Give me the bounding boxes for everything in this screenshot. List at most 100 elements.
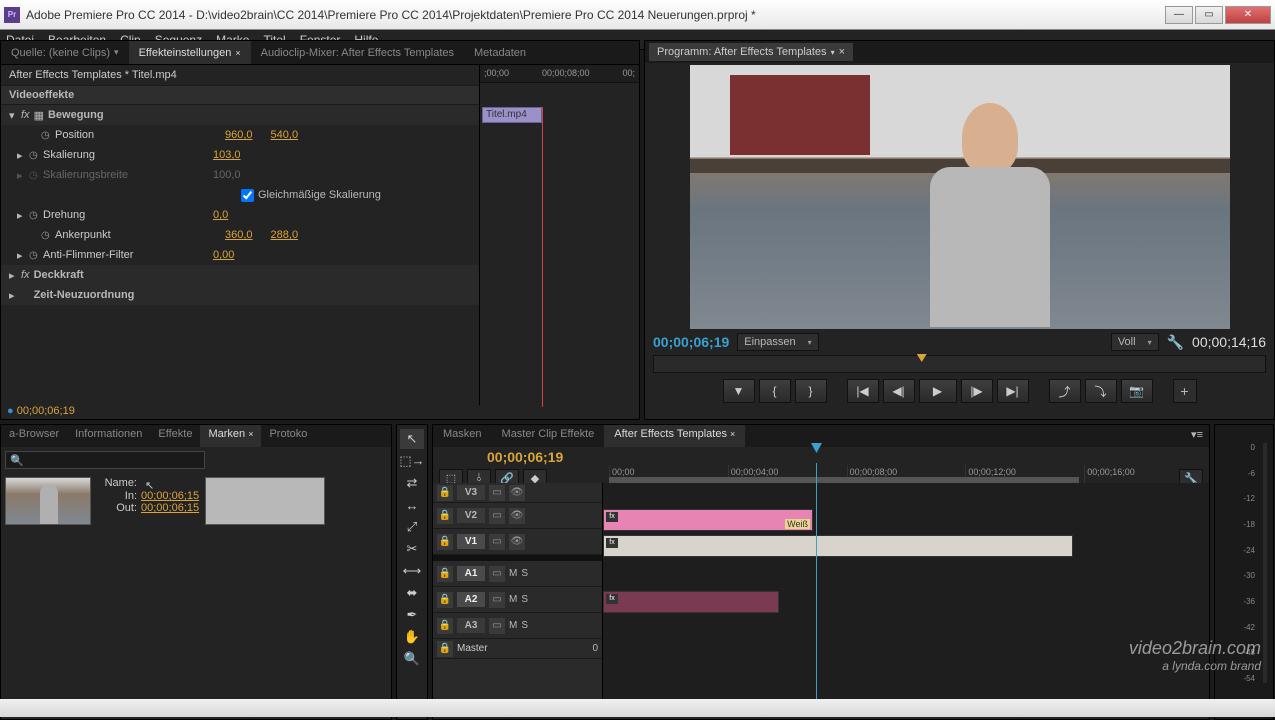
close-icon[interactable]: × — [839, 46, 845, 58]
tab-media-browser[interactable]: a-Browser — [1, 425, 67, 447]
lock-icon[interactable]: 🔒 — [437, 641, 453, 657]
close-icon[interactable]: × — [235, 48, 240, 58]
play-button[interactable]: ▶ — [919, 379, 957, 403]
tab-history[interactable]: Protoko — [261, 425, 315, 447]
go-to-out-button[interactable]: ▶| — [997, 379, 1029, 403]
lock-icon[interactable]: 🔒 — [437, 485, 453, 501]
twisty-icon[interactable]: ▸ — [17, 149, 29, 162]
resolution-dropdown[interactable]: Voll▾ — [1111, 333, 1159, 351]
panel-menu-icon[interactable]: ▾≡ — [1185, 425, 1209, 447]
track-select-tool[interactable]: ⬚→ — [400, 451, 424, 471]
eye-icon[interactable]: 👁 — [509, 485, 525, 501]
export-frame-button[interactable]: 📷 — [1121, 379, 1153, 403]
eye-icon[interactable]: 👁 — [509, 508, 525, 524]
track-master[interactable]: Master — [457, 643, 488, 654]
tab-info[interactable]: Informationen — [67, 425, 150, 447]
selection-tool[interactable]: ↖ — [400, 429, 424, 449]
lock-icon[interactable]: 🔒 — [437, 508, 453, 524]
mini-clip[interactable]: Titel.mp4 — [482, 107, 542, 123]
tab-source[interactable]: Quelle: (keine Clips) ▾ — [1, 41, 129, 64]
position-y-value[interactable]: 540,0 — [271, 129, 299, 141]
effect-footer-tc[interactable]: 00;00;06;19 — [17, 405, 75, 417]
search-input[interactable]: 🔍 — [5, 451, 205, 469]
timeline-tab-sequence[interactable]: After Effects Templates × — [604, 425, 745, 447]
transform-icon[interactable]: ▦ — [34, 109, 44, 122]
add-marker-button[interactable]: ▼ — [723, 379, 755, 403]
eye-icon[interactable]: 👁 — [509, 534, 525, 550]
mute-button[interactable]: M — [509, 620, 517, 631]
slip-tool[interactable]: ⟷ — [400, 561, 424, 581]
step-back-button[interactable]: ◀| — [883, 379, 915, 403]
step-forward-button[interactable]: |▶ — [961, 379, 993, 403]
toggle-track-output[interactable]: ▭ — [489, 485, 505, 501]
twisty-icon[interactable]: ▸ — [9, 269, 21, 282]
solo-button[interactable]: S — [521, 594, 528, 605]
ripple-edit-tool[interactable]: ⇄ — [400, 473, 424, 493]
button-editor-plus[interactable]: + — [1173, 379, 1197, 403]
mark-in-button[interactable]: { — [759, 379, 791, 403]
stopwatch-icon[interactable]: ◷ — [29, 150, 43, 161]
lock-icon[interactable]: 🔒 — [437, 566, 453, 582]
rotation-value[interactable]: 0,0 — [213, 209, 228, 221]
stopwatch-icon[interactable]: ◷ — [29, 210, 43, 221]
marker-color-swatch[interactable] — [205, 477, 325, 525]
toggle-track-output[interactable]: ▭ — [489, 566, 505, 582]
sync-icon[interactable]: ● — [7, 405, 14, 417]
track-a3[interactable]: A3 — [457, 618, 485, 633]
lock-icon[interactable]: 🔒 — [437, 534, 453, 550]
go-to-in-button[interactable]: |◀ — [847, 379, 879, 403]
program-scrub-bar[interactable] — [653, 355, 1266, 373]
stopwatch-icon[interactable]: ◷ — [41, 130, 55, 141]
razor-tool[interactable]: ✂ — [400, 539, 424, 559]
tab-effect-controls[interactable]: Effekteinstellungen × — [129, 41, 251, 64]
lock-icon[interactable]: 🔒 — [437, 618, 453, 634]
toggle-track-output[interactable]: ▭ — [489, 508, 505, 524]
uniform-scale-checkbox[interactable] — [241, 189, 254, 202]
stopwatch-icon[interactable]: ◷ — [29, 250, 43, 261]
hand-tool[interactable]: ✋ — [400, 627, 424, 647]
timeline-track-area[interactable]: fxWeiß fx fx — [603, 483, 1209, 701]
settings-icon[interactable]: 🔧 — [1167, 334, 1184, 351]
chevron-down-icon[interactable]: ▾ — [831, 48, 835, 57]
zoom-tool[interactable]: 🔍 — [400, 649, 424, 669]
anchor-y-value[interactable]: 288,0 — [271, 229, 299, 241]
program-video-preview[interactable] — [690, 65, 1230, 329]
timeline-tab-masks[interactable]: Masken — [433, 425, 492, 447]
tab-audio-mixer[interactable]: Audioclip-Mixer: After Effects Templates — [251, 41, 464, 64]
toggle-track-output[interactable]: ▭ — [489, 592, 505, 608]
scale-value[interactable]: 103,0 — [213, 149, 241, 161]
slide-tool[interactable]: ⬌ — [400, 583, 424, 603]
tab-effects[interactable]: Effekte — [150, 425, 200, 447]
track-v1[interactable]: V1 — [457, 534, 485, 549]
minimize-button[interactable]: — — [1165, 6, 1193, 24]
solo-button[interactable]: S — [521, 568, 528, 579]
mark-out-button[interactable]: } — [795, 379, 827, 403]
tab-metadata[interactable]: Metadaten — [464, 41, 536, 64]
mute-button[interactable]: M — [509, 594, 517, 605]
anchor-x-value[interactable]: 360,0 — [225, 229, 253, 241]
track-v3[interactable]: V3 — [457, 485, 485, 500]
track-a2[interactable]: A2 — [457, 592, 485, 607]
twisty-icon[interactable]: ▾ — [9, 109, 21, 122]
mini-ruler[interactable]: ;00;00 00;00;08;00 00; — [480, 65, 639, 83]
close-icon[interactable]: × — [248, 429, 253, 439]
position-x-value[interactable]: 960,0 — [225, 129, 253, 141]
mini-playhead[interactable] — [542, 107, 543, 407]
tab-markers[interactable]: Marken × — [200, 425, 261, 447]
timeline-current-timecode[interactable]: 00;00;06;19 — [487, 449, 563, 465]
timeline-playhead[interactable] — [816, 463, 817, 701]
marker-out-timecode[interactable]: 00;00;06;15 — [141, 502, 199, 514]
program-tab[interactable]: Programm: After Effects Templates ▾ × — [649, 43, 853, 61]
twisty-icon[interactable]: ▸ — [17, 209, 29, 222]
clip-v2[interactable]: fxWeiß — [603, 509, 813, 531]
playhead-icon[interactable] — [917, 354, 927, 362]
program-current-timecode[interactable]: 00;00;06;19 — [653, 334, 729, 350]
fit-dropdown[interactable]: Einpassen▾ — [737, 333, 818, 351]
close-button[interactable]: ✕ — [1225, 6, 1271, 24]
maximize-button[interactable]: ▭ — [1195, 6, 1223, 24]
track-a1[interactable]: A1 — [457, 566, 485, 581]
timeline-tab-master[interactable]: Master Clip Effekte — [492, 425, 605, 447]
twisty-icon[interactable]: ▸ — [9, 289, 21, 302]
flicker-value[interactable]: 0,00 — [213, 249, 234, 261]
solo-button[interactable]: S — [521, 620, 528, 631]
